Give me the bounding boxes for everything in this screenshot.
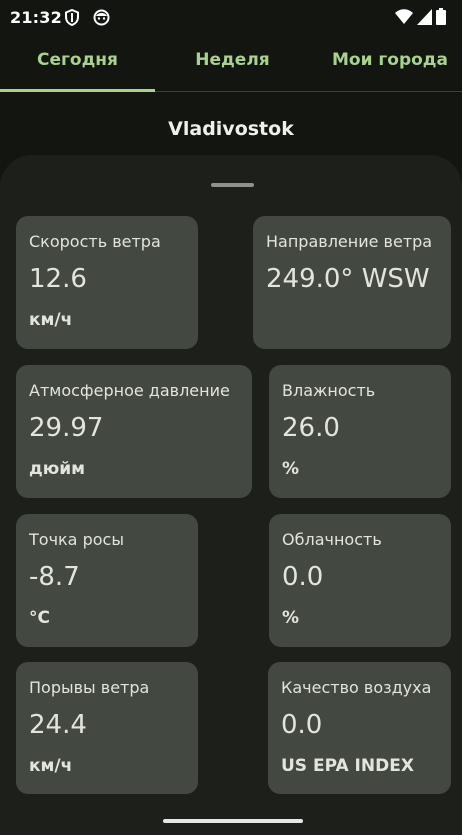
card-pressure: Атмосферное давление 29.97 дюйм [16, 365, 252, 498]
card-label: Влажность [282, 381, 376, 400]
tab-indicator [0, 89, 155, 92]
face-icon [93, 9, 110, 26]
card-unit: % [282, 608, 300, 628]
tab-week-label: Неделя [195, 50, 270, 70]
status-bar: 21:32 [0, 0, 462, 36]
card-unit: °C [29, 608, 50, 628]
card-value: 0.0 [282, 562, 324, 592]
card-wind-speed: Скорость ветра 12.6 км/ч [16, 216, 198, 349]
card-label: Точка росы [29, 530, 124, 549]
card-value: 249.0° WSW [266, 264, 430, 294]
signal-icon [417, 8, 432, 29]
card-label: Направление ветра [266, 232, 433, 251]
tab-my-cities[interactable]: Мои города [310, 36, 462, 90]
card-unit: % [282, 459, 300, 479]
card-humidity: Влажность 26.0 % [269, 365, 451, 498]
card-value: 26.0 [282, 413, 340, 443]
card-value: 12.6 [29, 264, 87, 294]
card-value: 29.97 [29, 413, 104, 443]
card-wind-direction: Направление ветра 249.0° WSW [253, 216, 451, 349]
card-unit: дюйм [29, 459, 86, 479]
battery-icon [436, 8, 446, 29]
city-title: Vladivostok [168, 118, 294, 140]
status-right [395, 8, 446, 29]
status-time: 21:32 [10, 8, 62, 27]
card-label: Облачность [282, 530, 382, 549]
tab-bar: Сегодня Неделя Мои города [0, 36, 462, 92]
card-wind-gusts: Порывы ветра 24.4 км/ч [16, 662, 198, 794]
card-label: Порывы ветра [29, 678, 150, 697]
card-unit: км/ч [29, 756, 73, 776]
card-label: Скорость ветра [29, 232, 161, 251]
home-indicator[interactable] [163, 819, 303, 823]
card-label: Качество воздуха [281, 678, 432, 697]
tab-week[interactable]: Неделя [155, 36, 310, 90]
tab-my-cities-label: Мои города [331, 50, 449, 70]
tab-today-label: Сегодня [37, 50, 118, 70]
shield-icon [64, 8, 80, 27]
card-unit: US EPA INDEX [281, 756, 414, 776]
card-label: Атмосферное давление [29, 381, 230, 400]
wifi-icon [395, 8, 413, 29]
card-cloudiness: Облачность 0.0 % [269, 514, 451, 647]
card-air-quality: Качество воздуха 0.0 US EPA INDEX [268, 662, 451, 794]
sheet-drag-handle[interactable] [211, 183, 254, 187]
card-value: -8.7 [29, 562, 80, 592]
card-value: 24.4 [29, 710, 87, 740]
card-dew-point: Точка росы -8.7 °C [16, 514, 198, 647]
tab-today[interactable]: Сегодня [0, 36, 155, 90]
card-unit: км/ч [29, 310, 73, 330]
card-value: 0.0 [281, 710, 323, 740]
